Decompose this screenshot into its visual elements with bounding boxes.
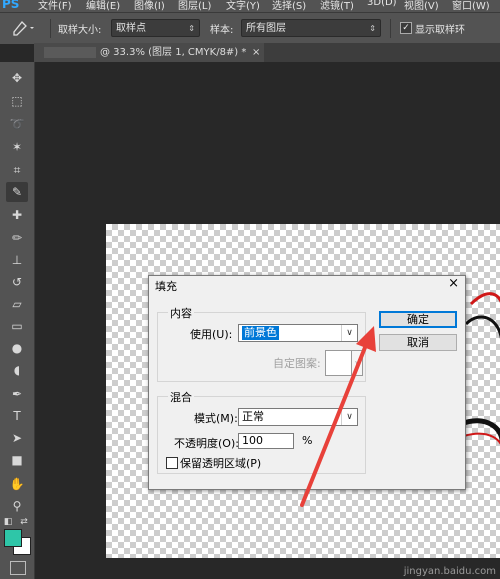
mode-value: 正常 xyxy=(242,410,264,423)
opacity-unit: % xyxy=(302,434,313,447)
blend-group: 混合 模式(M): 正常 ∨ 不透明度(O): 100 % 保留透明区域(P) xyxy=(157,389,366,474)
menu-view[interactable]: 视图(V) xyxy=(404,0,439,12)
brush-icon[interactable]: ✏ xyxy=(6,228,28,248)
use-value: 前景色 xyxy=(242,326,279,340)
menu-image[interactable]: 图像(I) xyxy=(134,0,165,12)
document-tab-title: @ 33.3% (图层 1, CMYK/8#) * xyxy=(100,47,247,58)
crop-icon[interactable]: ⌗ xyxy=(6,160,28,180)
chevron-updown-icon: ⇕ xyxy=(188,24,195,33)
preserve-transparency-checkbox[interactable] xyxy=(166,457,178,469)
blend-group-label: 混合 xyxy=(168,389,194,405)
tools-panel: ✥ ⬚ ➰ ✶ ⌗ ✎ ✚ ✏ ⊥ ↺ ▱ ▭ ● ◖ ✒ T ➤ ■ ✋ ⚲ … xyxy=(0,62,35,579)
show-ring-label: 显示取样环 xyxy=(415,25,465,36)
eraser-icon[interactable]: ▱ xyxy=(6,294,28,314)
chevron-down-icon: ∨ xyxy=(351,350,363,376)
separator xyxy=(50,19,51,38)
chevron-down-icon: ∨ xyxy=(341,409,357,425)
rectangle-icon[interactable]: ■ xyxy=(6,450,28,470)
clone-stamp-icon[interactable]: ⊥ xyxy=(6,250,28,270)
use-select[interactable]: 前景色 ∨ xyxy=(238,324,358,342)
menu-filter[interactable]: 滤镜(T) xyxy=(320,0,354,12)
sample-label: 样本: xyxy=(210,25,234,36)
content-group-label: 内容 xyxy=(168,305,194,321)
sample-size-value: 取样点 xyxy=(116,23,146,34)
gradient-icon[interactable]: ▭ xyxy=(6,316,28,336)
marquee-icon[interactable]: ⬚ xyxy=(6,91,28,111)
opacity-input[interactable]: 100 xyxy=(238,433,294,449)
menu-layer[interactable]: 图层(L) xyxy=(178,0,211,12)
history-brush-icon[interactable]: ↺ xyxy=(6,272,28,292)
lasso-icon[interactable]: ➰ xyxy=(6,114,28,134)
custom-pattern-label: 自定图案: xyxy=(273,357,321,370)
magic-wand-icon[interactable]: ✶ xyxy=(6,137,28,157)
ok-button[interactable]: 确定 xyxy=(379,311,457,328)
menu-select[interactable]: 选择(S) xyxy=(272,0,306,12)
use-label: 使用(U): xyxy=(190,328,233,341)
menu-window[interactable]: 窗口(W) xyxy=(452,0,490,12)
preserve-transparency-label: 保留透明区域(P) xyxy=(180,457,262,470)
blur-icon[interactable]: ● xyxy=(6,338,28,358)
pattern-preview xyxy=(325,350,353,376)
menu-3d[interactable]: 3D(D) xyxy=(367,0,397,8)
sample-size-label: 取样大小: xyxy=(58,25,102,36)
separator xyxy=(390,19,391,38)
document-tab-bar: @ 33.3% (图层 1, CMYK/8#) * × xyxy=(34,43,500,62)
show-ring-checkbox[interactable]: ✓ xyxy=(400,22,412,34)
sample-size-select[interactable]: 取样点 ⇕ xyxy=(111,19,200,37)
fill-dialog: 填充 × 内容 使用(U): 前景色 ∨ 自定图案: ∨ 混合 模式(M): 正… xyxy=(148,275,466,490)
document-tab[interactable]: @ 33.3% (图层 1, CMYK/8#) * × xyxy=(34,43,264,62)
menu-type[interactable]: 文字(Y) xyxy=(226,0,260,12)
pen-icon[interactable]: ✒ xyxy=(6,384,28,404)
redacted-filename xyxy=(44,47,96,58)
sample-value: 所有图层 xyxy=(246,23,286,34)
type-icon[interactable]: T xyxy=(6,406,28,426)
mode-label: 模式(M): xyxy=(194,412,238,425)
options-bar: 取样大小: 取样点 ⇕ 样本: 所有图层 ⇕ ✓ 显示取样环 xyxy=(0,12,500,44)
opacity-label: 不透明度(O): xyxy=(174,437,239,450)
opacity-value: 100 xyxy=(242,434,263,447)
chevron-updown-icon: ⇕ xyxy=(369,24,376,33)
sample-select[interactable]: 所有图层 ⇕ xyxy=(241,19,381,37)
close-icon[interactable]: × xyxy=(252,43,260,62)
quick-mask-icon[interactable] xyxy=(10,561,26,575)
watermark: jingyan.baidu.com xyxy=(403,566,496,577)
path-selection-icon[interactable]: ➤ xyxy=(6,428,28,448)
menu-file[interactable]: 文件(F) xyxy=(38,0,72,12)
eyedropper-icon[interactable]: ✎ xyxy=(6,182,28,202)
close-icon[interactable]: × xyxy=(448,276,459,291)
tool-preset-picker[interactable] xyxy=(8,19,36,37)
eyedropper-icon xyxy=(13,21,34,36)
chevron-down-icon: ∨ xyxy=(341,325,357,341)
menu-bar: PS 文件(F) 编辑(E) 图像(I) 图层(L) 文字(Y) 选择(S) 滤… xyxy=(0,0,500,12)
menu-edit[interactable]: 编辑(E) xyxy=(86,0,120,12)
mode-select[interactable]: 正常 ∨ xyxy=(238,408,358,426)
move-icon[interactable]: ✥ xyxy=(6,68,28,88)
dialog-title: 填充 xyxy=(155,280,177,293)
hand-icon[interactable]: ✋ xyxy=(6,474,28,494)
photoshop-logo: PS xyxy=(2,0,20,11)
cancel-button[interactable]: 取消 xyxy=(379,334,457,351)
healing-brush-icon[interactable]: ✚ xyxy=(6,205,28,225)
foreground-color-swatch-top[interactable] xyxy=(4,529,22,547)
dodge-icon[interactable]: ◖ xyxy=(6,360,28,380)
